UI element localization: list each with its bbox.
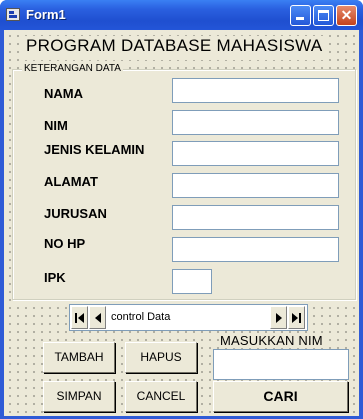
application-window: Form1 ✕ PROGRAM DATABASE MAHASISWA KETER… bbox=[0, 0, 363, 419]
last-record-button[interactable] bbox=[288, 306, 305, 329]
label-jurusan: JURUSAN bbox=[44, 206, 107, 221]
jurusan-input[interactable] bbox=[172, 205, 339, 230]
cari-button[interactable]: CARI bbox=[213, 381, 348, 412]
ipk-input[interactable] bbox=[172, 269, 212, 294]
nim-input[interactable] bbox=[172, 110, 339, 135]
search-nim-label: MASUKKAN NIM bbox=[219, 333, 324, 348]
label-jenis-kelamin: JENIS KELAMIN bbox=[44, 142, 145, 157]
alamat-input[interactable] bbox=[172, 173, 339, 198]
window-title: Form1 bbox=[26, 7, 66, 22]
cancel-button[interactable]: CANCEL bbox=[125, 381, 197, 412]
app-icon[interactable] bbox=[6, 8, 20, 21]
hapus-button[interactable]: HAPUS bbox=[125, 342, 197, 373]
frame-caption: KETERANGAN DATA bbox=[22, 63, 123, 74]
data-control: control Data bbox=[69, 304, 308, 331]
first-record-button[interactable] bbox=[71, 306, 88, 329]
close-icon: ✕ bbox=[340, 7, 353, 23]
close-button[interactable]: ✕ bbox=[336, 5, 357, 26]
search-nim-input[interactable] bbox=[213, 349, 349, 380]
label-nama: NAMA bbox=[44, 86, 83, 101]
label-ipk: IPK bbox=[44, 270, 66, 285]
label-no-hp: NO HP bbox=[44, 236, 86, 251]
next-record-icon bbox=[276, 313, 282, 323]
maximize-button[interactable] bbox=[313, 5, 334, 26]
simpan-button[interactable]: SIMPAN bbox=[43, 381, 115, 412]
minimize-button[interactable] bbox=[290, 5, 311, 26]
data-control-caption: control Data bbox=[111, 311, 171, 323]
maximize-icon bbox=[318, 10, 329, 21]
title-bar[interactable]: Form1 ✕ bbox=[0, 0, 363, 30]
nama-input[interactable] bbox=[172, 78, 339, 103]
label-alamat: ALAMAT bbox=[44, 174, 98, 189]
next-record-button[interactable] bbox=[270, 306, 287, 329]
page-title: PROGRAM DATABASE MAHASISWA bbox=[24, 36, 325, 60]
tambah-button[interactable]: TAMBAH bbox=[43, 342, 115, 373]
jenis-kelamin-input[interactable] bbox=[172, 141, 339, 166]
minimize-icon bbox=[296, 17, 304, 20]
no-hp-input[interactable] bbox=[172, 237, 339, 262]
previous-record-icon bbox=[95, 313, 101, 323]
label-nim: NIM bbox=[44, 118, 68, 133]
previous-record-button[interactable] bbox=[89, 306, 106, 329]
